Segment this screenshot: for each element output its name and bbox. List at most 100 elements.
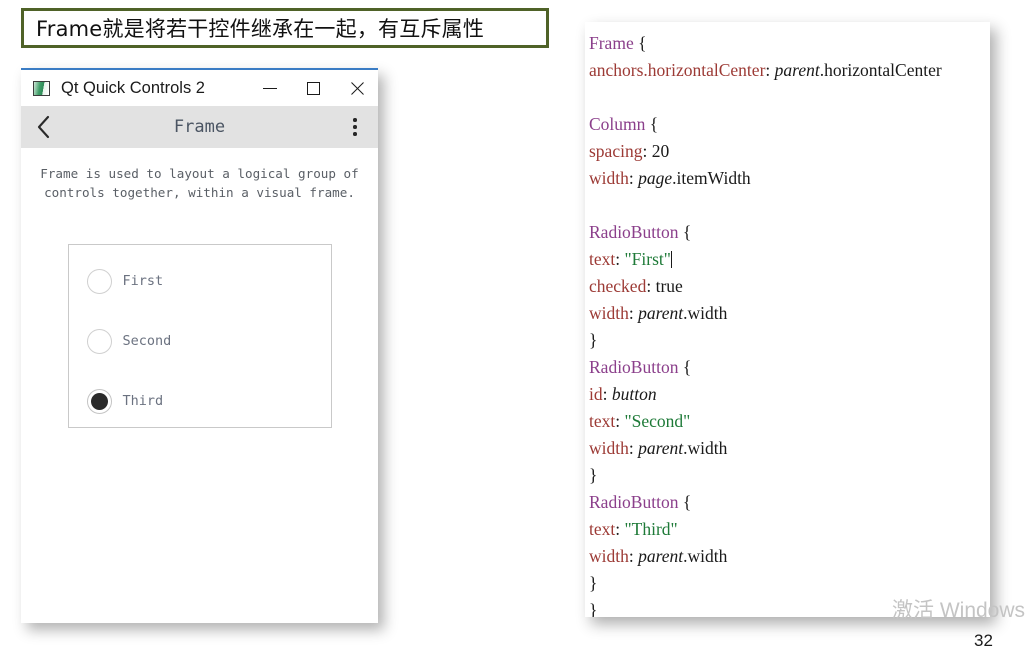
code-line: RadioButton { — [588, 489, 990, 516]
radio-indicator-icon — [86, 328, 112, 354]
code-line: } — [588, 327, 990, 354]
maximize-button[interactable] — [292, 70, 335, 106]
code-token-prop: text — [589, 249, 616, 269]
code-token-punct: : — [615, 411, 625, 431]
code-token-prop: width — [589, 438, 629, 458]
code-token-punct: { — [633, 33, 647, 53]
code-token-ref: parent — [638, 303, 684, 323]
code-token-type: RadioButton — [589, 222, 679, 242]
radio-label: Second — [122, 333, 172, 349]
maximize-icon — [306, 81, 320, 95]
code-line: Column { — [588, 111, 990, 138]
code-token-ref: button — [611, 384, 657, 404]
code-token-punct: : — [628, 546, 639, 566]
code-line: } — [588, 570, 990, 597]
radio-option-first[interactable]: First — [86, 267, 331, 295]
code-line: } — [588, 597, 990, 617]
radio-indicator-checked-icon — [86, 388, 112, 414]
code-line: width: parent.width — [588, 543, 990, 570]
code-token-str: "Third" — [624, 519, 678, 539]
code-token-punct: : — [628, 438, 639, 458]
code-listing: Frame { anchors.horizontalCenter: parent.… — [585, 22, 990, 617]
menu-dot-icon — [353, 125, 357, 129]
code-token-ref: parent — [638, 546, 684, 566]
slide-page-number: 32 — [974, 631, 993, 650]
code-line: text: "First" — [588, 246, 990, 273]
minimize-button[interactable] — [249, 70, 292, 106]
code-line: Frame { — [588, 30, 990, 57]
close-button[interactable] — [335, 70, 378, 106]
code-line: RadioButton { — [588, 354, 990, 381]
caption-box: Frame就是将若干控件继承在一起，有互斥属性 — [21, 8, 549, 48]
code-token-prop: width — [589, 303, 629, 323]
chevron-left-icon — [37, 115, 49, 139]
frame-container: First Second Third — [67, 244, 332, 428]
code-token-ref: parent — [638, 438, 684, 458]
code-line: RadioButton { — [588, 219, 990, 246]
menu-dot-icon — [353, 132, 357, 136]
code-token-type: RadioButton — [589, 357, 679, 377]
app-toolbar: Frame — [21, 106, 378, 148]
code-line: checked: true — [588, 273, 990, 300]
code-token-punct: : — [646, 276, 656, 296]
code-token-val: .width — [683, 546, 728, 566]
qt-logo-icon — [33, 80, 50, 96]
code-token-ref: parent — [774, 60, 820, 80]
code-token-prop: spacing — [589, 141, 643, 161]
code-token-punct: { — [678, 492, 692, 512]
text-cursor — [670, 251, 673, 268]
code-line: spacing: 20 — [588, 138, 990, 165]
code-line: text: "Third" — [588, 516, 990, 543]
code-line: width: page.itemWidth — [588, 165, 990, 192]
code-token-punct: { — [678, 357, 692, 377]
code-token-type: Column — [589, 114, 646, 134]
code-token-prop: width — [589, 168, 629, 188]
code-line: } — [588, 462, 990, 489]
qt-application-window: Qt Quick Controls 2 Frame Frame is used … — [21, 68, 378, 623]
code-line: id: button — [588, 381, 990, 408]
code-token-val: .width — [683, 303, 728, 323]
code-token-ref: page — [638, 168, 673, 188]
code-token-prop: width — [589, 546, 629, 566]
radio-option-second[interactable]: Second — [86, 327, 331, 355]
code-token-punct: } — [589, 330, 598, 350]
code-token-punct: : — [628, 303, 639, 323]
window-title: Qt Quick Controls 2 — [61, 78, 205, 97]
page-description: Frame is used to layout a logical group … — [40, 166, 359, 200]
code-token-punct: : — [642, 141, 652, 161]
code-line: width: parent.width — [588, 435, 990, 462]
code-token-val: 20 — [651, 141, 670, 161]
code-token-punct: { — [678, 222, 692, 242]
code-line: width: parent.width — [588, 300, 990, 327]
code-panel: Frame { anchors.horizontalCenter: parent.… — [585, 22, 990, 617]
toolbar-title: Frame — [173, 117, 226, 137]
code-token-punct: : — [628, 168, 639, 188]
code-line: text: "Second" — [588, 408, 990, 435]
minimize-icon — [263, 87, 278, 89]
code-token-punct: } — [589, 573, 598, 593]
code-token-str: "First" — [624, 249, 671, 269]
radio-option-third[interactable]: Third — [86, 387, 331, 415]
code-token-val: true — [655, 276, 683, 296]
code-token-type: RadioButton — [589, 492, 679, 512]
code-token-str: "Second" — [624, 411, 691, 431]
code-token-prop: checked — [589, 276, 647, 296]
code-token-prop: anchors.horizontalCenter — [589, 60, 766, 80]
caption-text: Frame就是将若干控件继承在一起，有互斥属性 — [36, 17, 485, 41]
code-token-punct: } — [589, 600, 598, 617]
back-button[interactable] — [21, 106, 65, 148]
radio-label: First — [122, 273, 164, 289]
code-token-val: .width — [683, 438, 728, 458]
code-token-punct: : — [765, 60, 775, 80]
code-token-val: .horizontalCenter — [819, 60, 942, 80]
code-token-punct: } — [589, 465, 598, 485]
code-token-punct: : — [602, 384, 612, 404]
close-icon — [349, 81, 364, 96]
window-titlebar: Qt Quick Controls 2 — [21, 70, 378, 106]
overflow-menu-button[interactable] — [341, 106, 369, 148]
code-token-punct: : — [615, 249, 625, 269]
code-token-prop: text — [589, 411, 616, 431]
code-token-prop: text — [589, 519, 616, 539]
